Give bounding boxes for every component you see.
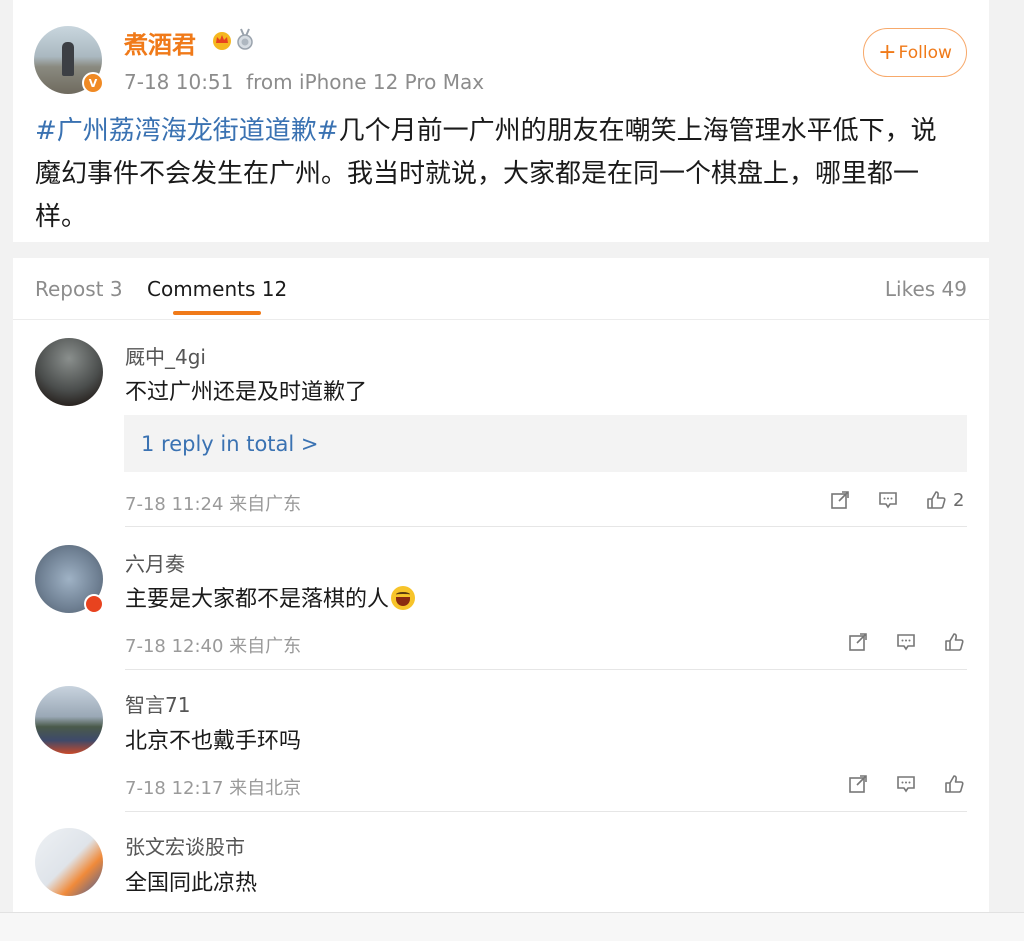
comment-icon[interactable]: [895, 631, 917, 653]
comment-text: 全国同此凉热: [125, 871, 258, 896]
hashtag-link[interactable]: #广州荔湾海龙街道道歉#: [35, 116, 339, 146]
comment-text-content: 主要是大家都不是落棋的人: [125, 587, 390, 612]
tab-repost[interactable]: Repost 3: [35, 277, 123, 301]
tab-likes[interactable]: Likes 49: [885, 277, 967, 301]
like-icon[interactable]: [943, 773, 965, 795]
replies-link[interactable]: 1 reply in total >: [124, 415, 967, 472]
commenter-name[interactable]: 厩中_4gi: [125, 341, 206, 370]
commenter-avatar[interactable]: [35, 338, 103, 406]
follow-button[interactable]: + Follow: [863, 28, 967, 77]
comment-divider: [125, 526, 967, 527]
post-text: #广州荔湾海龙街道道歉#几个月前一广州的朋友在嘲笑上海管理水平低下，说魔幻事件不…: [35, 110, 950, 239]
crown-icon: [213, 32, 231, 50]
comment-actions: [821, 772, 965, 796]
plus-icon: +: [878, 39, 897, 65]
bottom-toolbar: [0, 912, 1024, 941]
active-tab-indicator: [173, 311, 261, 315]
comment-text: 不过广州还是及时道歉了: [125, 380, 368, 405]
tab-comments[interactable]: Comments 12: [147, 277, 287, 301]
tab-bar: Repost 3 Comments 12 Likes 49: [13, 258, 989, 320]
comment-time: 7-18 11:24 来自广东: [125, 494, 302, 515]
comment-icon[interactable]: [895, 773, 917, 795]
post-meta: 7-18 10:51 from iPhone 12 Pro Max: [124, 70, 484, 94]
like-icon[interactable]: [925, 489, 947, 511]
like-icon[interactable]: [943, 631, 965, 653]
verified-badge-icon: V: [82, 72, 104, 94]
post-time: 7-18 10:51: [124, 70, 234, 94]
commenter-name[interactable]: 张文宏谈股市: [125, 831, 245, 860]
share-icon[interactable]: [847, 631, 869, 653]
laugh-emoji-icon: [391, 586, 416, 610]
comment-divider: [125, 811, 967, 812]
follow-label: Follow: [898, 42, 952, 63]
comment-text: 北京不也戴手环吗: [125, 729, 302, 754]
share-icon[interactable]: [847, 773, 869, 795]
comment-time: 7-18 12:40 来自广东: [125, 636, 302, 657]
comment-time: 7-18 12:17 来自北京: [125, 778, 302, 799]
comment-text: 主要是大家都不是落棋的人: [125, 581, 416, 613]
share-icon[interactable]: [829, 489, 851, 511]
comment-actions: 2: [803, 488, 964, 512]
commenter-name[interactable]: 六月奏: [125, 548, 185, 577]
post-source: from iPhone 12 Pro Max: [246, 70, 485, 94]
comment-icon[interactable]: [877, 489, 899, 511]
commenter-avatar[interactable]: [35, 686, 103, 754]
like-count: 2: [953, 489, 965, 511]
comment-divider: [125, 669, 967, 670]
commenter-name[interactable]: 智言71: [125, 689, 190, 718]
comments-card: Repost 3 Comments 12 Likes 49 厩中_4gi 不过广…: [13, 258, 989, 941]
commenter-avatar[interactable]: [35, 828, 103, 896]
post-card: V 煮酒君 7-18 10:51 from iPhone 12 Pro Max …: [13, 0, 989, 242]
author-name[interactable]: 煮酒君: [124, 25, 196, 60]
comment-actions: [821, 630, 965, 654]
badge-icon: [84, 594, 104, 614]
medal-icon: [237, 28, 253, 50]
